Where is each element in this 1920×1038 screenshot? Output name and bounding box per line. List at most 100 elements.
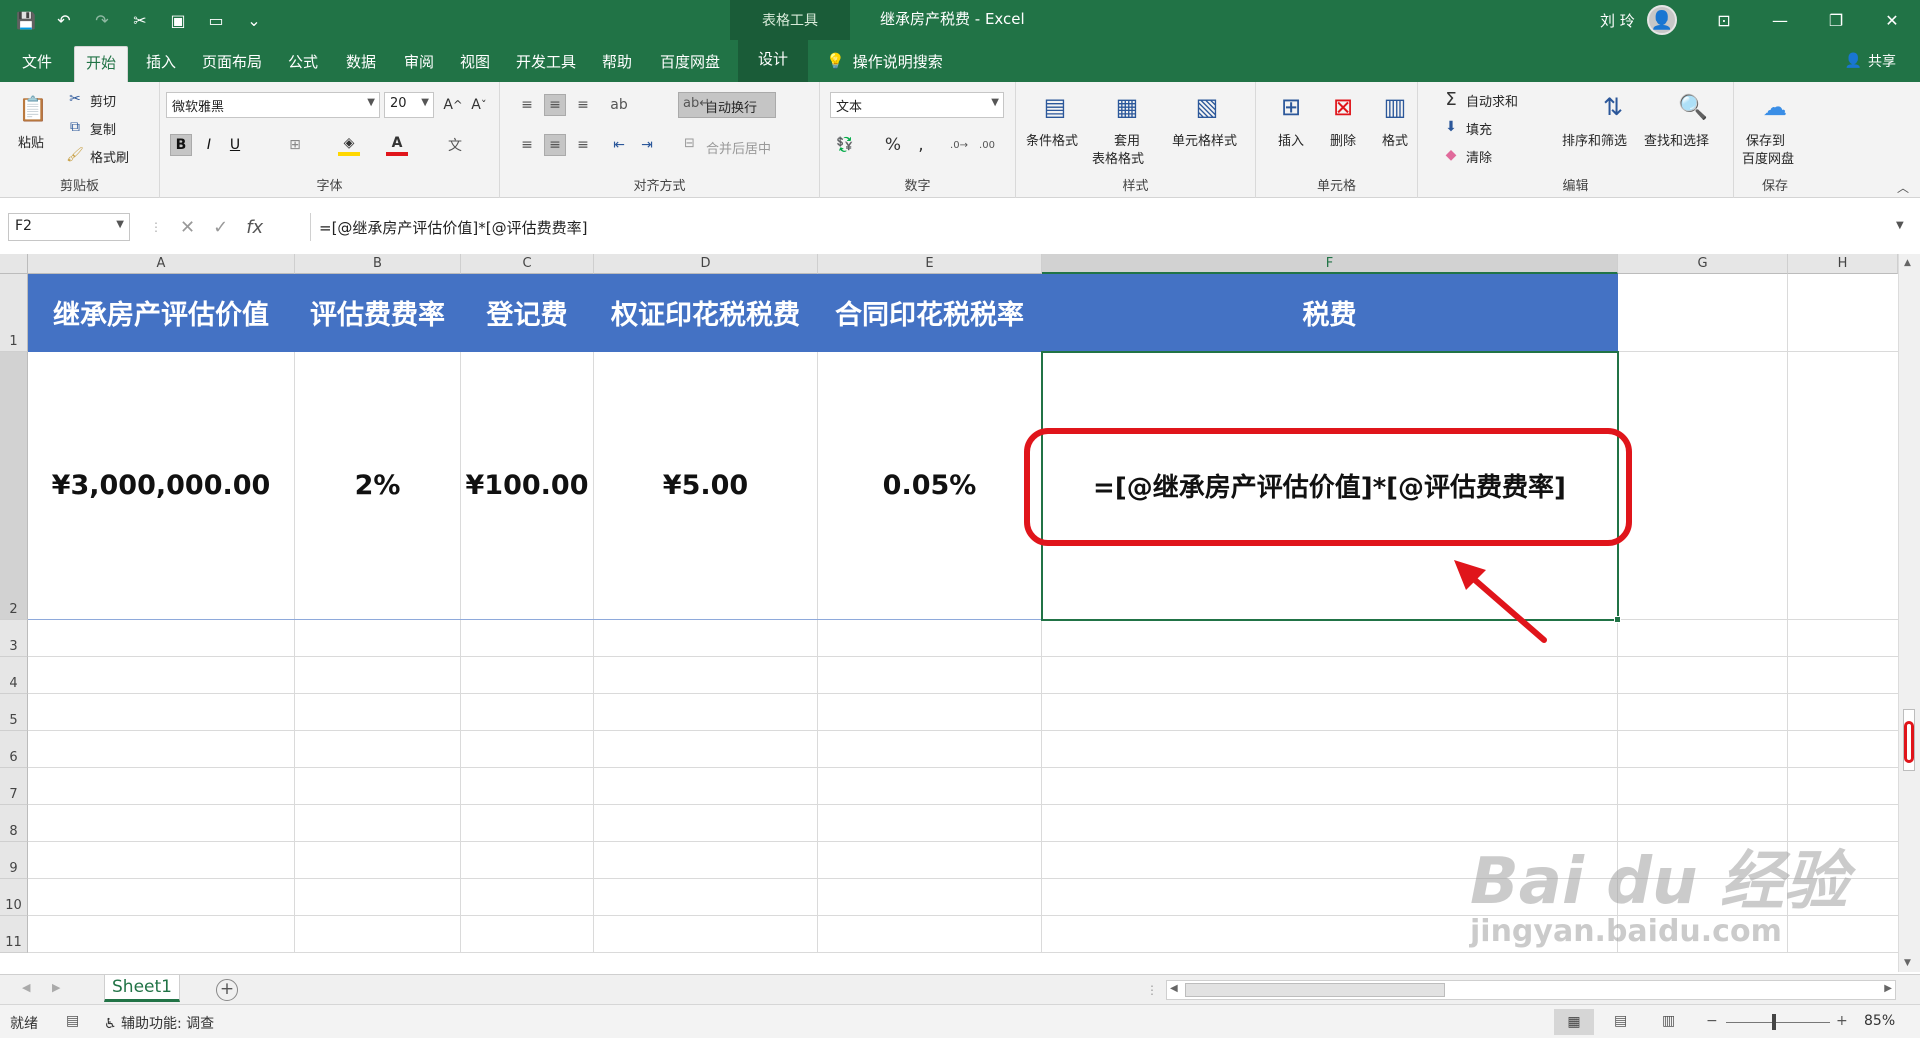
autosum-label[interactable]: 自动求和 <box>1466 91 1518 110</box>
table-header-b1[interactable]: 评估费费率 <box>295 274 461 352</box>
page-break-view-icon[interactable]: ▥ <box>1662 1013 1675 1029</box>
row-header-5[interactable]: 5 <box>0 694 28 731</box>
minimize-icon[interactable]: — <box>1752 0 1808 40</box>
close-icon[interactable]: ✕ <box>1864 0 1920 40</box>
currency-icon[interactable]: 💱 <box>834 134 856 156</box>
format-painter-icon[interactable]: 🖌 <box>64 144 86 166</box>
tab-view[interactable]: 视图 <box>448 46 502 82</box>
align-center-icon[interactable]: ≡ <box>544 134 566 156</box>
tab-data[interactable]: 数据 <box>334 46 388 82</box>
table-header-f1[interactable]: 税费 <box>1042 274 1618 352</box>
autosum-icon[interactable]: Σ <box>1440 88 1462 110</box>
fill-label[interactable]: 填充 <box>1466 119 1492 138</box>
tab-developer[interactable]: 开发工具 <box>508 46 584 82</box>
bold-button[interactable]: B <box>170 134 192 156</box>
add-sheet-button[interactable]: + <box>216 979 238 1001</box>
find-select-label[interactable]: 查找和选择 <box>1644 130 1709 149</box>
align-middle-icon[interactable]: ≡ <box>544 94 566 116</box>
borders-icon[interactable]: ⊞ <box>284 134 306 156</box>
conditional-format-icon[interactable]: ▤ <box>1036 88 1074 126</box>
font-name-select[interactable]: 微软雅黑 ▼ <box>166 92 380 118</box>
page-layout-view-icon[interactable]: ▤ <box>1614 1013 1627 1029</box>
macro-record-icon[interactable]: ▤ <box>66 1013 79 1029</box>
insert-cells-icon[interactable]: ⊞ <box>1272 88 1310 126</box>
sheet-tab-sheet1[interactable]: Sheet1 <box>104 975 180 1002</box>
cut-icon[interactable]: ✂ <box>126 6 154 34</box>
save-to-label-1[interactable]: 保存到 <box>1746 130 1785 149</box>
tab-help[interactable]: 帮助 <box>590 46 644 82</box>
column-header-c[interactable]: C <box>461 254 594 274</box>
font-size-select[interactable]: 20 ▼ <box>384 92 434 118</box>
row-header-3[interactable]: 3 <box>0 620 28 657</box>
table-header-c1[interactable]: 登记费 <box>461 274 594 352</box>
enter-icon[interactable]: ✓ <box>213 217 228 238</box>
tab-formulas[interactable]: 公式 <box>276 46 330 82</box>
increase-decimal-icon[interactable]: .0→ <box>948 134 970 156</box>
decrease-indent-icon[interactable]: ⇤ <box>608 134 630 156</box>
column-header-g[interactable]: G <box>1618 254 1788 274</box>
collapse-ribbon-icon[interactable]: ︿ <box>1892 176 1914 198</box>
tab-insert[interactable]: 插入 <box>134 46 188 82</box>
expand-formula-icon[interactable]: ▼ <box>1896 220 1904 231</box>
column-header-d[interactable]: D <box>594 254 818 274</box>
zoom-out-button[interactable]: − <box>1706 1013 1718 1029</box>
scroll-up-icon[interactable]: ▲ <box>1904 258 1911 268</box>
fill-color-icon[interactable]: ◈ <box>338 134 360 156</box>
save-as-icon[interactable]: ▣ <box>164 6 192 34</box>
formula-input[interactable]: =[@继承房产评估价值]*[@评估费费率] <box>310 213 1880 241</box>
horizontal-scrollbar[interactable]: ◀ ▶ <box>1166 980 1896 1000</box>
paste-icon[interactable]: 📋 <box>14 90 52 128</box>
normal-view-icon[interactable]: ▦ <box>1554 1009 1594 1035</box>
baidu-netdisk-icon[interactable]: ☁ <box>1756 88 1794 126</box>
prev-sheet-icon[interactable]: ◀ <box>22 981 30 994</box>
user-account[interactable]: 刘 玲 👤 <box>1600 0 1677 40</box>
restore-icon[interactable]: ❐ <box>1808 0 1864 40</box>
avatar[interactable]: 👤 <box>1646 5 1677 35</box>
table-header-a1[interactable]: 继承房产评估价值 <box>28 274 295 352</box>
new-file-icon[interactable]: ▭ <box>202 6 230 34</box>
cut-label[interactable]: 剪切 <box>90 91 116 110</box>
wrap-text-button[interactable]: 自动换行 ab↵ <box>678 92 776 118</box>
save-icon[interactable]: 💾 <box>12 6 40 34</box>
copy-label[interactable]: 复制 <box>90 119 116 138</box>
column-header-f[interactable]: F <box>1042 254 1618 274</box>
tab-baidu-netdisk[interactable]: 百度网盘 <box>652 46 728 82</box>
tab-file[interactable]: 文件 <box>10 46 64 82</box>
cut-icon[interactable]: ✂ <box>64 88 86 110</box>
row-header-10[interactable]: 10 <box>0 879 28 916</box>
sort-filter-icon[interactable]: ⇅ <box>1594 88 1632 126</box>
select-all-corner[interactable] <box>0 254 28 274</box>
column-header-a[interactable]: A <box>28 254 295 274</box>
copy-icon[interactable]: ⧉ <box>64 116 86 138</box>
font-color-icon[interactable]: A <box>386 134 408 156</box>
tab-review[interactable]: 审阅 <box>392 46 446 82</box>
row-header-4[interactable]: 4 <box>0 657 28 694</box>
row-header-9[interactable]: 9 <box>0 842 28 879</box>
orientation-icon[interactable]: ab <box>608 94 630 116</box>
align-right-icon[interactable]: ≡ <box>572 134 594 156</box>
scroll-down-icon[interactable]: ▼ <box>1904 958 1911 968</box>
zoom-level[interactable]: 85% <box>1864 1013 1895 1029</box>
cancel-icon[interactable]: ✕ <box>180 217 195 238</box>
clear-label[interactable]: 清除 <box>1466 147 1492 166</box>
row-header-6[interactable]: 6 <box>0 731 28 768</box>
format-cells-label[interactable]: 格式 <box>1382 130 1408 149</box>
scroll-left-icon[interactable]: ◀ <box>1170 983 1178 994</box>
redo-icon[interactable]: ↷ <box>88 6 116 34</box>
horizontal-scroll-thumb[interactable] <box>1185 983 1445 997</box>
zoom-slider-thumb[interactable] <box>1772 1014 1776 1030</box>
merge-center-label[interactable]: 合并后居中 <box>706 138 771 157</box>
align-left-icon[interactable]: ≡ <box>516 134 538 156</box>
next-sheet-icon[interactable]: ▶ <box>52 981 60 994</box>
insert-function-icon[interactable]: fx <box>246 217 263 238</box>
underline-button[interactable]: U <box>224 134 246 156</box>
table-header-d1[interactable]: 权证印花税税费 <box>594 274 818 352</box>
format-cells-icon[interactable]: ▥ <box>1376 88 1414 126</box>
scroll-right-icon[interactable]: ▶ <box>1884 983 1892 994</box>
split-handle-icon[interactable]: ⋮ <box>1146 983 1158 997</box>
cell-a2[interactable]: ¥3,000,000.00 <box>28 352 295 620</box>
undo-icon[interactable]: ↶ <box>50 6 78 34</box>
format-as-table-label-2[interactable]: 表格格式 <box>1092 148 1144 167</box>
paste-label[interactable]: 粘贴 <box>18 132 44 151</box>
shrink-font-icon[interactable]: Aˇ <box>468 94 490 116</box>
